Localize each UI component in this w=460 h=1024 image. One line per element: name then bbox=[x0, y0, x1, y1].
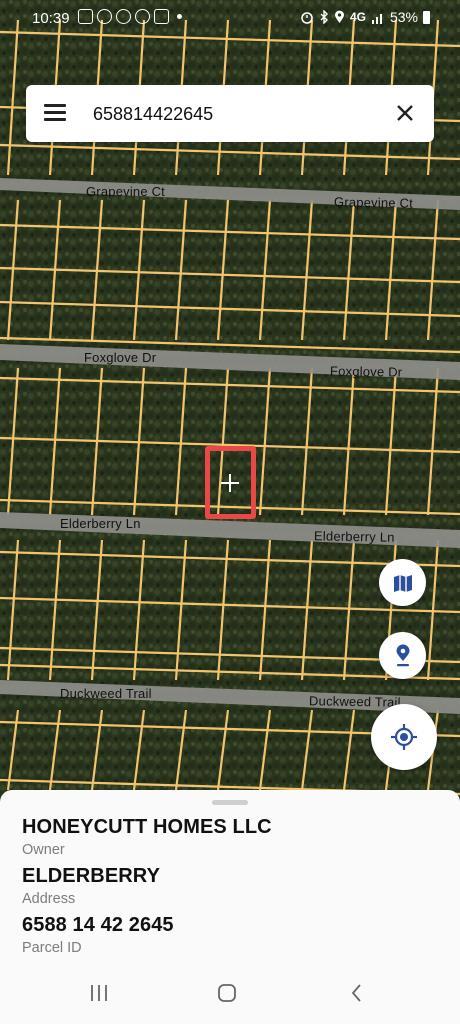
address-value: ELDERBERRY bbox=[22, 865, 161, 887]
sheet-drag-handle[interactable] bbox=[212, 800, 248, 805]
network-type: 4G bbox=[349, 10, 366, 24]
status-bar: 10:39 4G 53% bbox=[0, 0, 460, 36]
owner-field: HONEYCUTT HOMES LLC Owner bbox=[22, 816, 272, 858]
search-input[interactable] bbox=[93, 99, 373, 129]
location-pin-icon bbox=[396, 644, 409, 666]
battery-icon bbox=[423, 10, 430, 24]
signal-icon bbox=[371, 13, 382, 24]
search-bar bbox=[26, 85, 434, 142]
parcel-id-field: 6588 14 42 2645 Parcel ID bbox=[22, 914, 174, 956]
address-label: Address bbox=[22, 891, 76, 907]
alarm-icon bbox=[301, 12, 313, 24]
message-icon bbox=[78, 9, 93, 24]
address-field: ELDERBERRY Address bbox=[22, 865, 160, 907]
home-icon[interactable] bbox=[216, 982, 238, 1004]
messenger-icon bbox=[97, 9, 112, 24]
my-location-icon bbox=[391, 724, 417, 750]
system-nav-bar bbox=[0, 968, 460, 1024]
location-status-icon bbox=[334, 10, 344, 23]
parcel-id-label: Parcel ID bbox=[22, 940, 82, 956]
road-label-elderberry-ln: Elderberry Ln bbox=[313, 528, 395, 545]
owner-value: HONEYCUTT HOMES LLC bbox=[22, 816, 272, 838]
notification-icons bbox=[78, 9, 182, 24]
status-time: 10:39 bbox=[32, 10, 70, 27]
facebook-icon bbox=[116, 9, 131, 24]
back-icon[interactable] bbox=[346, 982, 368, 1004]
road-label-elderberry-ln: Elderberry Ln bbox=[60, 516, 141, 531]
my-location-button[interactable] bbox=[371, 704, 437, 770]
map-layers-icon bbox=[393, 574, 412, 592]
recents-icon[interactable] bbox=[88, 982, 110, 1004]
menu-icon[interactable] bbox=[44, 104, 66, 122]
battery-percent: 53% bbox=[389, 9, 418, 25]
map-layers-button[interactable] bbox=[379, 559, 426, 606]
close-icon[interactable] bbox=[394, 102, 416, 124]
more-notifications-dot-icon bbox=[177, 14, 182, 19]
crosshair-icon bbox=[221, 474, 239, 492]
parcel-id-value: 6588 14 42 2645 bbox=[22, 914, 174, 936]
road-label-grapevine-ct: Grapevine Ct bbox=[333, 194, 414, 211]
smiley-icon bbox=[135, 9, 150, 24]
owner-label: Owner bbox=[22, 842, 65, 858]
road-label-foxglove-dr: Foxglove Dr bbox=[329, 363, 403, 380]
road-label-foxglove-dr: Foxglove Dr bbox=[84, 350, 157, 365]
location-pin-button[interactable] bbox=[379, 632, 426, 679]
road-label-grapevine-ct: Grapevine Ct bbox=[86, 184, 165, 199]
bluetooth-icon bbox=[320, 10, 328, 24]
road-label-duckweed-trail: Duckweed Trail bbox=[60, 686, 152, 701]
mail-icon bbox=[154, 9, 169, 24]
system-icons: 4G 53% bbox=[300, 9, 430, 25]
